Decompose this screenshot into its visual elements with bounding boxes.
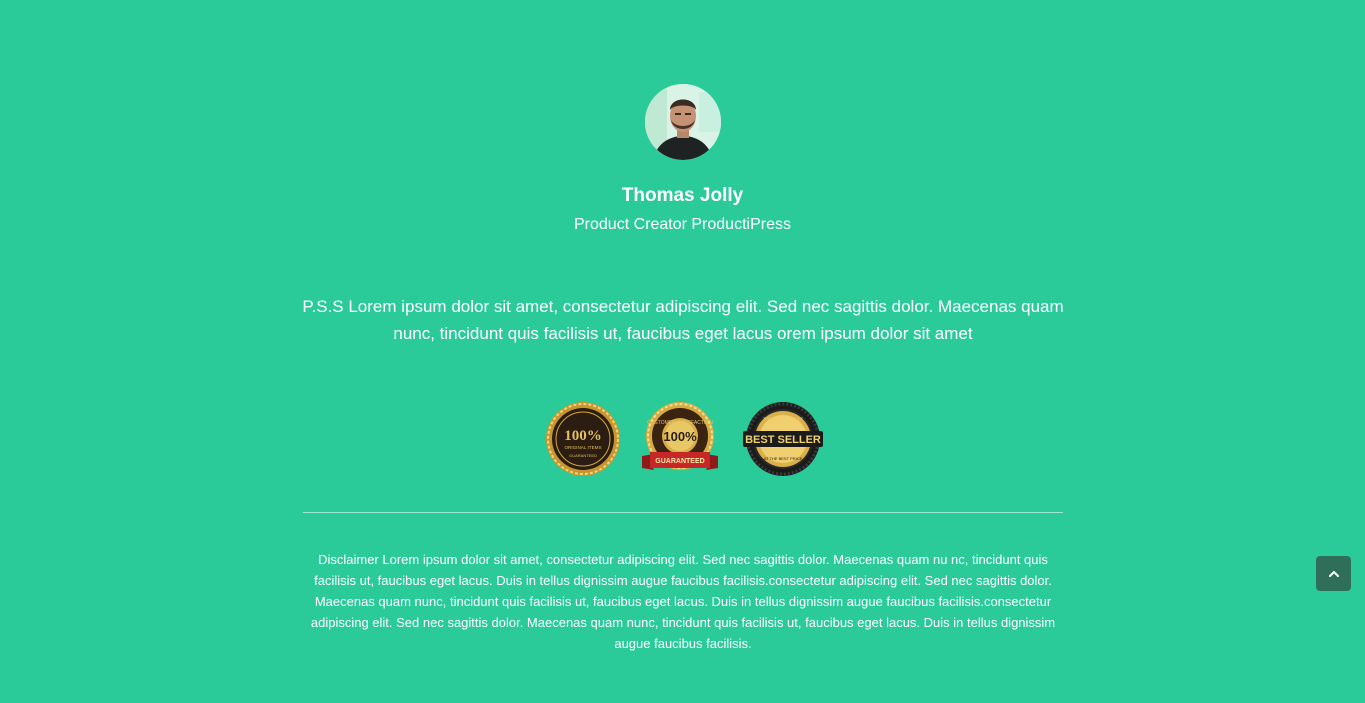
badge-3-top: THE BEST PRODUCT <box>763 416 804 421</box>
disclaimer-text: Disclaimer Lorem ipsum dolor sit amet, c… <box>310 552 1056 651</box>
profile-name: Thomas Jolly <box>621 185 744 206</box>
badge-3-bottom: AT THE BEST PRICE <box>764 456 803 461</box>
divider <box>303 512 1063 513</box>
badge-3-big: BEST SELLER <box>745 434 821 446</box>
profile-role: Product Creator ProductiPress <box>574 216 791 233</box>
badge-2-arc: CUSTOMER SATISFACTION <box>647 420 713 426</box>
badge-1-big: 100% <box>564 428 602 444</box>
avatar <box>645 84 721 160</box>
pss-text: P.S.S Lorem ipsum dolor sit amet, consec… <box>302 297 1064 343</box>
badge-1-line1: ORIGINAL ITEMS <box>564 445 601 450</box>
scroll-to-top-button[interactable] <box>1316 556 1351 591</box>
badge-2-big: 100% <box>663 429 697 444</box>
badge-2-ribbon: GUARANTEED <box>655 458 704 465</box>
original-items-seal-icon: 100% ORIGINAL ITEMS GUARANTEED <box>544 400 622 478</box>
best-seller-seal-icon: THE BEST PRODUCT BEST SELLER AT THE BEST… <box>741 400 825 478</box>
page: Thomas Jolly Product Creator ProductiPre… <box>0 0 1365 703</box>
trust-badges: 100% ORIGINAL ITEMS GUARANTEED CUSTOMER … <box>540 400 830 480</box>
customer-satisfaction-seal-icon: CUSTOMER SATISFACTION 100% GUARANTEED <box>640 400 720 478</box>
person-photo-icon <box>645 84 721 160</box>
chevron-up-icon <box>1328 570 1339 577</box>
badge-1-line2: GUARANTEED <box>569 453 597 458</box>
